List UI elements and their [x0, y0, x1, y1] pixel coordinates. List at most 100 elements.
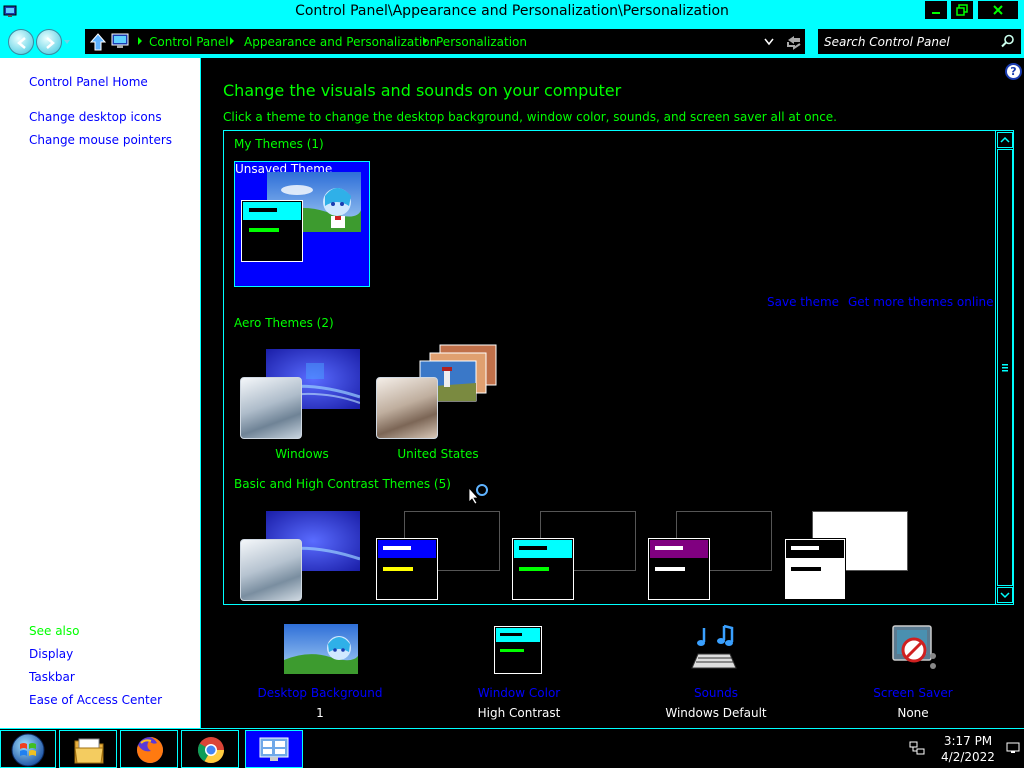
breadcrumb-appearance[interactable]: Appearance and Personalization: [244, 35, 437, 49]
theme-high-contrast-black[interactable]: [642, 503, 778, 603]
sounds-setting[interactable]: Sounds Windows Default: [626, 624, 806, 724]
page-title: Change the visuals and sounds on your co…: [223, 81, 622, 100]
network-icon[interactable]: [909, 740, 925, 756]
address-dropdown-icon[interactable]: [763, 37, 775, 47]
sounds-icon: [691, 624, 737, 669]
control-panel-icon: [111, 33, 129, 48]
back-arrow-icon: [17, 37, 26, 49]
breadcrumb-personalization[interactable]: Personalization: [436, 35, 527, 49]
glass-color-preview: [240, 377, 302, 439]
glass-color-preview: [376, 377, 438, 439]
file-explorer-icon: [74, 738, 104, 764]
screen-saver-value: None: [897, 706, 929, 720]
ease-of-access-center-link[interactable]: Ease of Access Center: [29, 693, 162, 707]
help-icon: ?: [1010, 65, 1017, 78]
clock-time: 3:17 PM: [943, 734, 993, 748]
taskbar-chrome[interactable]: [181, 730, 239, 768]
start-orb-icon: [11, 733, 45, 767]
back-button[interactable]: [8, 29, 34, 55]
display-link[interactable]: Display: [29, 647, 73, 661]
close-button[interactable]: [977, 0, 1019, 20]
desktop-background-icon: [284, 624, 358, 674]
up-arrow-icon[interactable]: [89, 32, 107, 52]
scroll-down-icon: [1000, 592, 1010, 599]
themes-list[interactable]: My Themes (1) Unsaved Theme Save theme G…: [223, 130, 1014, 605]
taskbar-clock[interactable]: 3:17 PM 4/2/2022: [932, 733, 1004, 765]
show-desktop-icon[interactable]: [1006, 742, 1020, 754]
recent-pages-dropdown-icon[interactable]: [63, 38, 71, 46]
title-bar: Control Panel\Appearance and Personaliza…: [0, 0, 1024, 26]
window-color-value: High Contrast: [477, 706, 561, 720]
minimize-button[interactable]: [924, 0, 948, 20]
firefox-icon: [137, 737, 163, 763]
basic-themes-group-label: Basic and High Contrast Themes (5): [234, 477, 451, 491]
scroll-thumb[interactable]: [997, 149, 1013, 586]
control-panel-home-link[interactable]: Control Panel Home: [29, 75, 148, 89]
start-button[interactable]: [0, 730, 56, 768]
chrome-icon: [197, 737, 225, 764]
breadcrumb-control-panel[interactable]: Control Panel: [149, 35, 229, 49]
theme-name: United States: [397, 447, 479, 461]
search-input[interactable]: [824, 33, 994, 51]
scroll-up-button[interactable]: [997, 132, 1013, 148]
theme-name: Windows: [275, 447, 329, 461]
sounds-label[interactable]: Sounds: [626, 686, 806, 700]
theme-high-contrast-2[interactable]: [506, 503, 642, 603]
taskbar-link[interactable]: Taskbar: [29, 670, 75, 684]
forward-arrow-icon: [46, 37, 55, 49]
theme-united-states[interactable]: United States: [370, 343, 506, 471]
get-more-themes-link[interactable]: Get more themes online: [848, 295, 994, 309]
high-contrast-black-preview: [648, 511, 772, 600]
minimize-icon: [932, 12, 940, 14]
theme-windows[interactable]: Windows: [234, 343, 370, 471]
save-theme-link[interactable]: Save theme: [767, 295, 839, 309]
desktop-background-value: 1: [316, 706, 324, 720]
control-panel-icon: [259, 737, 289, 761]
window-color-icon: [494, 626, 542, 674]
breadcrumb-chevron-icon[interactable]: [229, 37, 235, 45]
breadcrumb-chevron-icon: [138, 37, 142, 45]
refresh-icon[interactable]: [785, 33, 803, 51]
screen-saver-setting[interactable]: Screen Saver None: [823, 624, 1003, 724]
address-bar[interactable]: Control Panel Appearance and Personaliza…: [84, 28, 806, 55]
restore-icon: [956, 4, 968, 16]
sounds-value: Windows Default: [665, 706, 767, 720]
scroll-up-icon: [1000, 136, 1010, 143]
clock-date: 4/2/2022: [941, 750, 995, 764]
theme-unsaved[interactable]: Unsaved Theme: [234, 161, 370, 287]
search-icon[interactable]: [1001, 34, 1015, 48]
desktop-background-setting[interactable]: Desktop Background 1: [230, 624, 410, 724]
window-color-label[interactable]: Window Color: [429, 686, 609, 700]
taskbar-firefox[interactable]: [120, 730, 178, 768]
window-title: Control Panel\Appearance and Personaliza…: [295, 3, 729, 19]
page-description: Click a theme to change the desktop back…: [223, 110, 837, 124]
theme-windows-basic[interactable]: [234, 503, 370, 603]
high-contrast-2-preview: [512, 511, 636, 600]
help-button[interactable]: ?: [1005, 63, 1022, 80]
scroll-grip-icon: [1002, 364, 1008, 372]
theme-high-contrast-1[interactable]: [370, 503, 506, 603]
my-themes-group-label: My Themes (1): [234, 137, 324, 151]
taskbar-control-panel[interactable]: [245, 730, 303, 768]
navigation-bar: Control Panel Appearance and Personaliza…: [0, 26, 1024, 58]
taskbar: 3:17 PM 4/2/2022: [0, 728, 1024, 768]
taskbar-file-explorer[interactable]: [59, 730, 117, 768]
theme-high-contrast-white[interactable]: [778, 503, 914, 603]
busy-cursor-icon: [468, 484, 488, 505]
themes-scrollbar[interactable]: [995, 131, 1013, 604]
change-desktop-icons-link[interactable]: Change desktop icons: [29, 110, 162, 124]
desktop-background-label[interactable]: Desktop Background: [230, 686, 410, 700]
forward-button[interactable]: [36, 29, 62, 55]
restore-button[interactable]: [950, 0, 974, 20]
theme-window-color-preview: [241, 200, 303, 262]
scroll-down-button[interactable]: [997, 587, 1013, 603]
window-color-setting[interactable]: Window Color High Contrast: [429, 624, 609, 724]
close-icon: [993, 5, 1003, 15]
main-content: ? Change the visuals and sounds on your …: [201, 58, 1024, 728]
high-contrast-white-preview: [784, 511, 908, 600]
search-box: [817, 28, 1022, 55]
screen-saver-label[interactable]: Screen Saver: [823, 686, 1003, 700]
breadcrumb-chevron-icon[interactable]: [422, 37, 428, 45]
screen-saver-icon: [892, 625, 936, 669]
change-mouse-pointers-link[interactable]: Change mouse pointers: [29, 133, 172, 147]
